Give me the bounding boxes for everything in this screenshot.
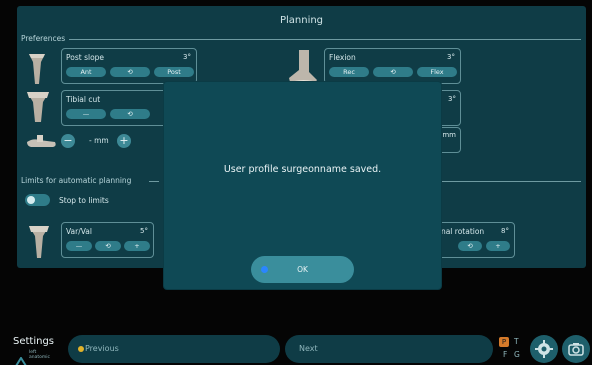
var-val-label: Var/Val xyxy=(66,227,92,236)
rotation-value: 8° xyxy=(501,227,509,235)
var-val-value: 5° xyxy=(140,227,148,235)
stop-to-limits-label: Stop to limits xyxy=(59,196,109,205)
rotation-plus-button[interactable]: + xyxy=(486,241,510,251)
plus-icon: + xyxy=(119,134,129,147)
tibia-limit-icon xyxy=(25,222,53,266)
flexion-control: Flexion 3° Rec ⟲ Flex xyxy=(324,48,461,84)
preferences-section: Preferences xyxy=(21,34,66,43)
next-button[interactable]: Next xyxy=(285,335,493,363)
post-slope-reset-button[interactable]: ⟲ xyxy=(110,67,150,77)
post-slope-label: Post slope xyxy=(66,53,105,62)
tibial-cut-label: Tibial cut xyxy=(66,95,101,104)
flexion-label: Flexion xyxy=(329,53,356,62)
post-slope-post-button[interactable]: Post xyxy=(154,67,194,77)
var-val-reset-button[interactable]: ⟲ xyxy=(95,241,121,251)
g-view[interactable]: G xyxy=(514,350,520,359)
reset-icon: ⟲ xyxy=(390,68,396,76)
reset-icon: ⟲ xyxy=(127,110,133,118)
right-mm-value: mm xyxy=(442,131,456,139)
limits-section: Limits for automatic planning xyxy=(21,176,132,185)
next-label: Next xyxy=(299,344,318,353)
ok-label: OK xyxy=(297,265,308,274)
flexion-rec-button[interactable]: Rec xyxy=(329,67,369,77)
p-badge[interactable]: P xyxy=(499,337,509,347)
limits-divider-right xyxy=(441,181,581,182)
mm-minus-button[interactable]: − xyxy=(61,134,75,148)
rotation-reset-button[interactable]: ⟲ xyxy=(458,241,482,251)
previous-button[interactable]: Previous xyxy=(68,335,280,363)
flexion-reset-button[interactable]: ⟲ xyxy=(373,67,413,77)
rotation-label: rnal rotation xyxy=(438,227,485,236)
flexion-value: 3° xyxy=(447,53,455,61)
camera-button[interactable] xyxy=(562,335,590,363)
tibia-icon xyxy=(25,50,49,92)
view-selector[interactable]: P T F G xyxy=(497,336,527,362)
toggle-knob xyxy=(27,196,35,204)
f-view[interactable]: F xyxy=(503,350,507,359)
bottom-bar: Settings left anatomic Previous Next P T… xyxy=(0,330,592,365)
ok-indicator-dot xyxy=(261,266,268,273)
gear-icon xyxy=(535,340,553,358)
var-val-plus-button[interactable]: + xyxy=(124,241,150,251)
save-dialog: User profile surgeonname saved. OK xyxy=(164,82,441,289)
orientation-logo-icon xyxy=(15,352,27,365)
tibial-cut-reset-button[interactable]: ⟲ xyxy=(110,109,150,119)
minus-icon: − xyxy=(63,134,73,147)
post-slope-control: Post slope 3° Ant ⟲ Post xyxy=(61,48,197,84)
reset-icon: ⟲ xyxy=(127,68,133,76)
stop-to-limits-toggle[interactable] xyxy=(25,194,50,206)
tibial-cut-minus-button[interactable]: — xyxy=(66,109,106,119)
reset-icon: ⟲ xyxy=(467,242,473,250)
plus-icon: + xyxy=(134,242,140,250)
settings-mini-text: left anatomic xyxy=(29,350,50,360)
camera-icon xyxy=(568,343,584,356)
preferences-divider xyxy=(69,39,581,40)
limits-divider-left xyxy=(149,181,159,182)
rotation-control: rnal rotation 8° ⟲ + xyxy=(437,222,515,258)
var-val-control: Var/Val 5° — ⟲ + xyxy=(61,222,154,258)
settings-gear-button[interactable] xyxy=(530,335,558,363)
settings-label[interactable]: Settings xyxy=(13,336,54,347)
previous-indicator-dot xyxy=(78,346,84,352)
tibia-cut-icon xyxy=(23,88,53,130)
post-slope-ant-button[interactable]: Ant xyxy=(66,67,106,77)
mm-plus-button[interactable]: + xyxy=(117,134,131,148)
previous-label: Previous xyxy=(85,344,119,353)
settings-mini-line-2: anatomic xyxy=(29,355,50,360)
minus-icon: — xyxy=(75,242,83,250)
mm-value: - mm xyxy=(89,136,109,145)
plus-icon: + xyxy=(495,242,501,250)
implant-icon xyxy=(25,132,59,154)
dialog-message: User profile surgeonname saved. xyxy=(223,164,382,175)
var-val-minus-button[interactable]: — xyxy=(66,241,92,251)
panel-title: Planning xyxy=(279,15,324,26)
flexion-flex-button[interactable]: Flex xyxy=(417,67,457,77)
post-slope-value: 3° xyxy=(183,53,191,61)
reset-icon: ⟲ xyxy=(105,242,111,250)
ok-button[interactable]: OK xyxy=(251,256,354,283)
minus-icon: — xyxy=(82,110,90,118)
right-partial-value: 3° xyxy=(448,95,456,103)
t-view[interactable]: T xyxy=(514,337,519,346)
